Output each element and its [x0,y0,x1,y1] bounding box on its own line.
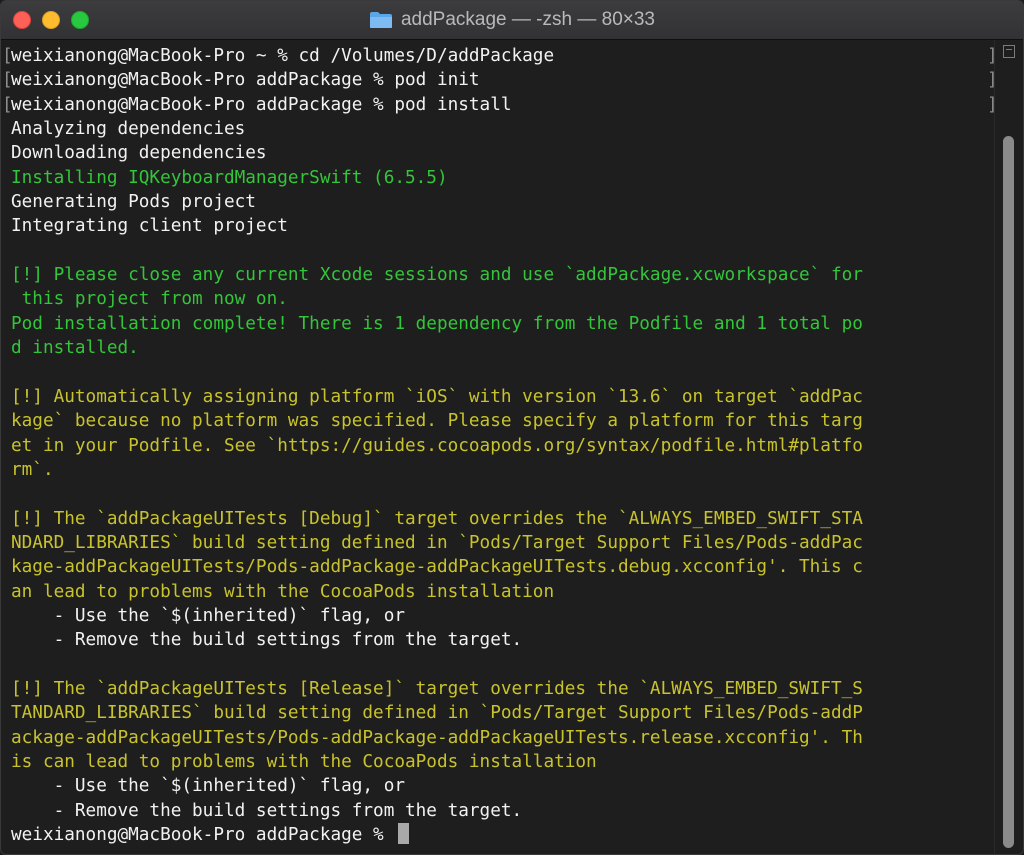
terminal-line: - Use the `$(inherited)` flag, or [11,774,997,798]
mark-icon [1003,45,1015,58]
terminal-line: Generating Pods project [11,190,997,214]
terminal-line-text: Generating Pods project [11,192,256,213]
terminal-line: et in your Podfile. See `https://guides.… [11,434,997,458]
terminal-line-text: weixianong@MacBook-Pro addPackage % pod … [11,94,512,115]
terminal-line-text: TANDARD_LIBRARIES` build setting defined… [11,703,863,724]
terminal-line: Installing IQKeyboardManagerSwift (6.5.5… [11,166,997,190]
terminal-line-text: weixianong@MacBook-Pro addPackage % [11,825,395,845]
terminal-window: addPackage — -zsh — 80×33 weixianong@Mac… [0,0,1024,855]
terminal-line-text: - Use the `$(inherited)` flag, or [11,605,406,626]
terminal-line: kage` because no platform was specified.… [11,409,997,433]
terminal-line-text: kage` because no platform was specified.… [11,411,863,432]
terminal-line: rm`. [11,458,997,482]
terminal-line-text: [!] The `addPackageUITests [Release]` ta… [11,678,863,699]
terminal-line-text: et in your Podfile. See `https://guides.… [11,435,863,456]
terminal-line-text: this project from now on. [11,289,288,310]
window-title: addPackage — -zsh — 80×33 [400,9,655,30]
terminal-line: an lead to problems with the CocoaPods i… [11,580,997,604]
terminal-line-text: an lead to problems with the CocoaPods i… [11,581,555,602]
terminal-line: d installed. [11,336,997,360]
title-bar[interactable]: addPackage — -zsh — 80×33 [1,1,1023,40]
terminal-line: Pod installation complete! There is 1 de… [11,312,997,336]
terminal-line-text: - Use the `$(inherited)` flag, or [11,776,406,797]
terminal-line: is can lead to problems with the CocoaPo… [11,750,997,774]
terminal-line-text: Pod installation complete! There is 1 de… [11,313,863,334]
terminal-line: kage-addPackageUITests/Pods-addPackage-a… [11,555,997,579]
terminal-line: TANDARD_LIBRARIES` build setting defined… [11,701,997,725]
terminal-line-text: Integrating client project [11,216,288,237]
terminal-line: Downloading dependencies [11,141,997,165]
terminal-line: - Use the `$(inherited)` flag, or [11,604,997,628]
terminal-output[interactable]: weixianong@MacBook-Pro ~ % cd /Volumes/D… [1,40,998,854]
terminal-line: [!] Please close any current Xcode sessi… [11,263,997,287]
vertical-scrollbar[interactable] [994,40,1023,854]
prompt-line: weixianong@MacBook-Pro addPackage % [11,823,997,847]
terminal-line: NDARD_LIBRARIES` build setting defined i… [11,531,997,555]
terminal-line-text: is can lead to problems with the CocoaPo… [11,751,597,772]
terminal-line-text: weixianong@MacBook-Pro addPackage % pod … [11,70,480,91]
terminal-line-text: [!] Automatically assigning platform `iO… [11,386,863,407]
terminal-line-text: weixianong@MacBook-Pro ~ % cd /Volumes/D… [11,46,555,66]
folder-icon [369,12,392,28]
scroll-thumb[interactable] [1003,136,1014,848]
terminal-line-text: - Remove the build settings from the tar… [11,800,523,821]
terminal-line: [!] The `addPackageUITests [Release]` ta… [11,677,997,701]
terminal-line-text: - Remove the build settings from the tar… [11,630,523,651]
terminal-line: this project from now on. [11,287,997,311]
terminal-line: [!] Automatically assigning platform `iO… [11,385,997,409]
terminal-line-text: [!] The `addPackageUITests [Debug]` targ… [11,508,863,529]
mark-bracket-left-icon: [ [2,94,13,115]
mark-bracket-left-icon: [ [2,46,13,66]
terminal-line-text: Analyzing dependencies [11,119,246,140]
terminal-line-text: d installed. [11,338,139,359]
terminal-line-text: kage-addPackageUITests/Pods-addPackage-a… [11,557,863,578]
terminal-line: weixianong@MacBook-Pro ~ % cd /Volumes/D… [2,44,998,68]
terminal-line: Integrating client project [11,214,997,238]
terminal-line-text: [!] Please close any current Xcode sessi… [11,265,863,286]
window-title-area: addPackage — -zsh — 80×33 [1,1,1023,39]
terminal-line-text: ackage-addPackageUITests/Pods-addPackage… [11,727,863,748]
text-cursor [398,823,410,844]
terminal-line-text: NDARD_LIBRARIES` build setting defined i… [11,532,863,553]
terminal-line: weixianong@MacBook-Pro addPackage % pod … [2,93,998,117]
terminal-line: ackage-addPackageUITests/Pods-addPackage… [11,726,997,750]
terminal-line-text: Installing IQKeyboardManagerSwift (6.5.5… [11,167,448,188]
terminal-line: - Remove the build settings from the tar… [11,628,997,652]
terminal-line: - Remove the build settings from the tar… [11,799,997,823]
mark-bracket-left-icon: [ [2,70,13,91]
terminal-line-text: Downloading dependencies [11,143,267,164]
terminal-line: [!] The `addPackageUITests [Debug]` targ… [11,507,997,531]
terminal-line: weixianong@MacBook-Pro addPackage % pod … [2,68,998,92]
terminal-line-text: rm`. [11,459,54,480]
terminal-line: Analyzing dependencies [11,117,997,141]
